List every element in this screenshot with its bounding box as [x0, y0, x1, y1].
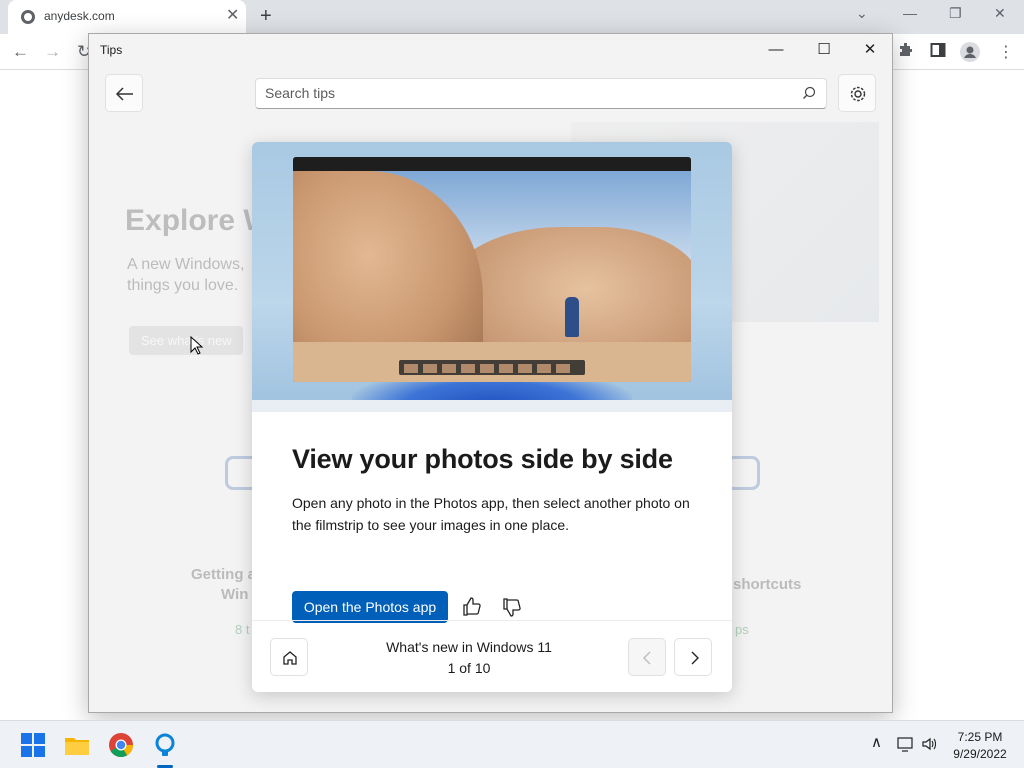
clock-time[interactable]: 7:25 PM: [940, 730, 1020, 744]
mouse-cursor-icon: [190, 336, 204, 355]
browser-tab[interactable]: anydesk.com ✕: [8, 0, 246, 34]
next-tip-button[interactable]: [674, 638, 712, 676]
maximize-button[interactable]: ☐: [809, 39, 839, 61]
photos-app-preview: [293, 157, 691, 382]
tab-search-icon[interactable]: ⌄: [856, 5, 868, 22]
browser-close-icon[interactable]: ✕: [994, 5, 1006, 22]
back-icon[interactable]: ←: [12, 42, 29, 62]
tips-app-icon[interactable]: [150, 730, 180, 760]
thumbs-down-icon[interactable]: [500, 595, 524, 619]
network-icon[interactable]: [897, 736, 915, 752]
tip-position: 1 of 10: [447, 660, 491, 676]
tray-chevron-icon[interactable]: ∧: [871, 733, 882, 751]
tip-card: View your photos side by side Open any p…: [252, 142, 732, 692]
gear-icon: [850, 86, 866, 102]
back-button[interactable]: [105, 74, 143, 112]
open-photos-app-button[interactable]: Open the Photos app: [292, 591, 448, 623]
tips-window: Tips — ☐ ✕ Explore W A new Windows, thin…: [88, 33, 893, 713]
thumbs-up-icon[interactable]: [460, 595, 484, 619]
minimize-button[interactable]: —: [761, 39, 791, 61]
extensions-icon[interactable]: [898, 42, 914, 63]
collection-title: What's new in Windows 11: [386, 639, 552, 655]
search-input[interactable]: [265, 85, 785, 101]
forward-icon[interactable]: →: [44, 42, 61, 62]
file-explorer-icon[interactable]: [62, 730, 92, 760]
photos-title-bar: [293, 157, 691, 171]
new-tab-button[interactable]: +: [260, 5, 272, 27]
see-whats-new-button[interactable]: See what's new: [129, 326, 243, 355]
getting-started-label: Getting a: [191, 566, 257, 583]
browser-tab-strip: anydesk.com ✕ + ⌄ — ❐ ✕: [0, 0, 1024, 34]
taskbar: ∧ 7:25 PM 9/29/2022: [0, 720, 1024, 768]
chevron-left-icon: [643, 651, 651, 665]
profile-avatar-icon[interactable]: [960, 42, 980, 67]
globe-icon: [21, 10, 35, 24]
shortcuts-label: shortcuts: [733, 576, 802, 593]
tip-body: View your photos side by side Open any p…: [292, 444, 702, 536]
close-button[interactable]: ✕: [855, 39, 885, 61]
browser-menu-icon[interactable]: ⋮: [998, 42, 1014, 62]
window-title: Tips: [100, 43, 123, 57]
preview-taskbar: [252, 400, 732, 412]
tab-close-icon[interactable]: ✕: [226, 7, 239, 25]
side-panel-icon[interactable]: [930, 42, 946, 63]
settings-button[interactable]: [838, 74, 876, 112]
browser-minimize-icon[interactable]: —: [903, 5, 917, 21]
filmstrip: [399, 360, 585, 375]
arrow-left-icon: [115, 87, 133, 101]
previous-tip-button[interactable]: [628, 638, 666, 676]
tip-heading: View your photos side by side: [292, 444, 673, 474]
getting-started-label-2: Win: [221, 586, 249, 603]
hero-heading: Explore W: [125, 204, 272, 237]
chevron-right-icon: [691, 651, 699, 665]
chrome-icon[interactable]: [106, 730, 136, 760]
tip-description: Open any photo in the Photos app, then s…: [292, 495, 690, 533]
volume-icon[interactable]: [921, 736, 939, 752]
title-bar: Tips — ☐ ✕: [89, 34, 892, 66]
search-icon[interactable]: [802, 86, 816, 100]
browser-restore-icon[interactable]: ❐: [949, 5, 962, 22]
tip-footer: What's new in Windows 11 1 of 10: [252, 620, 732, 692]
tip-screenshot-image: [252, 142, 732, 412]
search-box[interactable]: [255, 78, 827, 109]
start-windows-icon[interactable]: [18, 730, 48, 760]
hero-text: A new Windows, things you love.: [127, 256, 245, 294]
hiker: [565, 297, 579, 337]
clock-date[interactable]: 9/29/2022: [940, 747, 1020, 761]
tab-title: anydesk.com: [44, 9, 115, 23]
shortcuts-count: ps: [735, 622, 749, 637]
getting-started-count: 8 t: [235, 622, 250, 637]
